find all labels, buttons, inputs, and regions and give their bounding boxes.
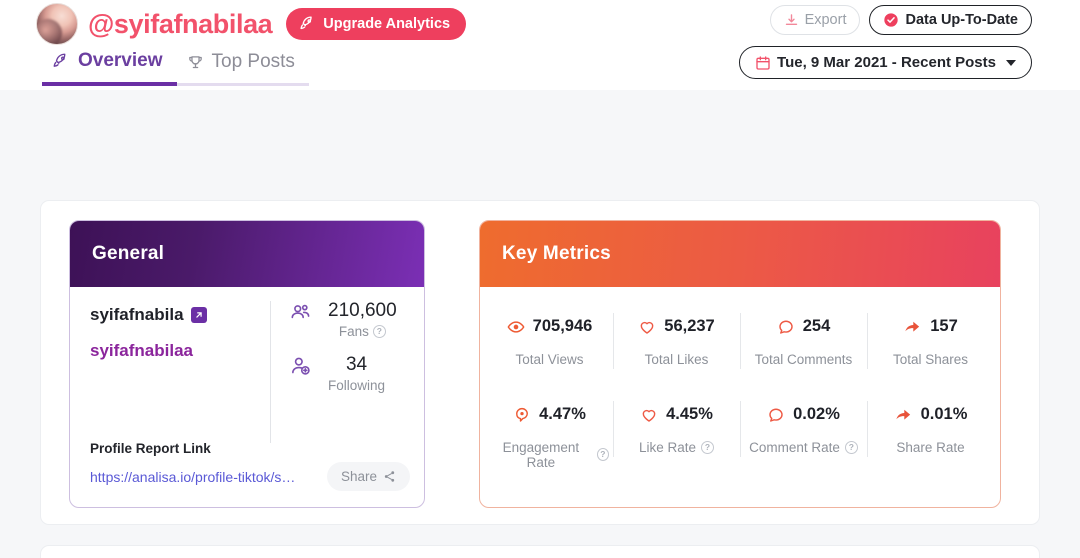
metric-total-comments-label: Total Comments: [754, 351, 853, 367]
nav-tabs: Overview Top Posts: [42, 50, 309, 86]
metric-share-rate-label: Share Rate: [896, 440, 965, 455]
metric-comment-rate-label: Comment Rate: [749, 439, 840, 455]
general-card: General syifafnabila syifafnabilaa 210,6…: [69, 220, 425, 508]
metric-like-rate-value: 4.45%: [666, 405, 713, 423]
data-status-label: Data Up-To-Date: [905, 12, 1018, 28]
help-icon[interactable]: ?: [701, 440, 715, 454]
avatar[interactable]: [36, 3, 78, 45]
key-metrics-card-title: Key Metrics: [502, 243, 611, 264]
tab-top-posts-label: Top Posts: [211, 51, 295, 72]
metric-comment-rate-value: 0.02%: [793, 405, 840, 423]
profile-handle: @syifafnabilaa: [88, 8, 273, 39]
key-metrics-row-1: 705,946 Total Views 56,237 Total Likes 2…: [480, 287, 1000, 383]
help-icon[interactable]: ?: [372, 324, 386, 338]
profile-report-link[interactable]: https://analisa.io/profile-tiktok/s…: [90, 469, 295, 485]
date-range-label: Tue, 9 Mar 2021 - Recent Posts: [777, 54, 996, 71]
rocket-icon: [52, 52, 70, 70]
upgrade-analytics-button[interactable]: Upgrade Analytics: [286, 8, 467, 40]
general-card-body: syifafnabila syifafnabilaa 210,600 Fans …: [70, 287, 424, 507]
stat-following-label: Following: [328, 377, 386, 393]
share-icon: [383, 470, 396, 483]
top-actions: Export Data Up-To-Date Tue, 9 Mar 2021 -…: [739, 5, 1032, 79]
metric-total-likes-value: 56,237: [664, 317, 715, 335]
users-icon: [288, 299, 314, 325]
general-divider: [270, 301, 271, 443]
metric-total-shares-value: 157: [930, 317, 958, 335]
stat-following: 34 Following: [288, 353, 418, 395]
comment-icon: [767, 406, 785, 424]
metric-total-likes-label: Total Likes: [644, 351, 709, 367]
metric-total-shares-label: Total Shares: [892, 352, 969, 367]
profile-report-title: Profile Report Link: [90, 441, 211, 456]
metric-engagement-rate-label: Engagement Rate: [502, 439, 580, 470]
metric-total-likes: 56,237 Total Likes: [613, 311, 740, 383]
general-identity: syifafnabila syifafnabilaa: [90, 305, 270, 361]
engagement-pin-icon: [513, 406, 531, 424]
stat-fans-value: 210,600: [328, 300, 397, 321]
external-link-icon[interactable]: [190, 307, 207, 323]
metric-share-rate-value: 0.01%: [920, 405, 968, 423]
key-metrics-card-header: Key Metrics: [480, 221, 1000, 287]
key-metrics-card: Key Metrics 705,946 Total Views 56,237 T…: [479, 220, 1001, 508]
share-button[interactable]: Share: [326, 462, 410, 491]
eye-icon: [507, 318, 525, 336]
overview-top-panel: General syifafnabila syifafnabilaa 210,6…: [40, 200, 1040, 525]
general-card-title: General: [92, 243, 165, 264]
metric-engagement-rate: 4.47% Engagement Rate ?: [486, 399, 613, 484]
metric-comment-rate: 0.02% Comment Rate ?: [740, 399, 867, 484]
stat-fans: 210,600 Fans ?: [288, 299, 418, 341]
average-engagement-panel: Average Engagement (Likes + Comments) ? …: [40, 545, 1040, 558]
tab-overview-label: Overview: [78, 50, 163, 71]
metric-total-views-value: 705,946: [532, 317, 593, 335]
profile-header: @syifafnabilaa Upgrade Analytics: [36, 3, 467, 45]
general-stats: 210,600 Fans ? 34 Following: [288, 299, 418, 407]
profile-full-name: syifafnabila: [90, 305, 184, 324]
metric-total-comments: 254 Total Comments: [740, 311, 867, 383]
date-range-selector[interactable]: Tue, 9 Mar 2021 - Recent Posts: [739, 46, 1032, 79]
upgrade-analytics-label: Upgrade Analytics: [323, 15, 451, 32]
chevron-down-icon: [1006, 59, 1016, 66]
export-button[interactable]: Export: [769, 5, 861, 35]
key-metrics-row-2: 4.47% Engagement Rate ? 4.45% Like Rate …: [480, 383, 1000, 484]
profile-username: syifafnabilaa: [90, 341, 193, 360]
rocket-icon: [299, 15, 316, 32]
metric-share-rate: 0.01% Share Rate: [867, 399, 994, 484]
metric-total-views-label: Total Views: [515, 351, 584, 367]
tab-overview[interactable]: Overview: [42, 50, 177, 86]
metric-like-rate-label: Like Rate: [638, 439, 697, 455]
help-icon[interactable]: ?: [596, 448, 609, 461]
metric-engagement-rate-value: 4.47%: [539, 405, 586, 423]
metric-total-views: 705,946 Total Views: [486, 311, 613, 383]
metric-like-rate: 4.45% Like Rate ?: [613, 399, 740, 484]
comment-icon: [777, 318, 795, 336]
profile-name-row: syifafnabila: [90, 305, 270, 325]
share-arrow-icon: [903, 317, 922, 336]
user-plus-icon: [288, 353, 314, 379]
help-icon[interactable]: ?: [844, 440, 858, 454]
download-icon: [784, 13, 799, 28]
tab-top-posts[interactable]: Top Posts: [176, 51, 309, 86]
share-arrow-icon: [894, 405, 913, 424]
heart-icon: [638, 318, 656, 336]
trophy-icon: [187, 54, 204, 71]
stat-fans-label: Fans: [338, 323, 369, 339]
general-card-header: General: [70, 221, 424, 287]
export-label: Export: [804, 12, 847, 28]
check-circle-icon: [883, 12, 899, 28]
data-status-badge[interactable]: Data Up-To-Date: [869, 5, 1032, 35]
metric-total-comments-value: 254: [802, 317, 831, 335]
profile-report-row: https://analisa.io/profile-tiktok/s… Sha…: [90, 462, 410, 491]
stat-following-value: 34: [345, 353, 368, 375]
top-bar: @syifafnabilaa Upgrade Analytics Overvie…: [0, 0, 1080, 90]
share-button-label: Share: [340, 469, 377, 484]
heart-icon: [640, 406, 658, 424]
metric-total-shares: 157 Total Shares: [867, 311, 994, 383]
profile-report-section: Profile Report Link https://analisa.io/p…: [90, 441, 410, 491]
calendar-icon: [755, 55, 771, 71]
